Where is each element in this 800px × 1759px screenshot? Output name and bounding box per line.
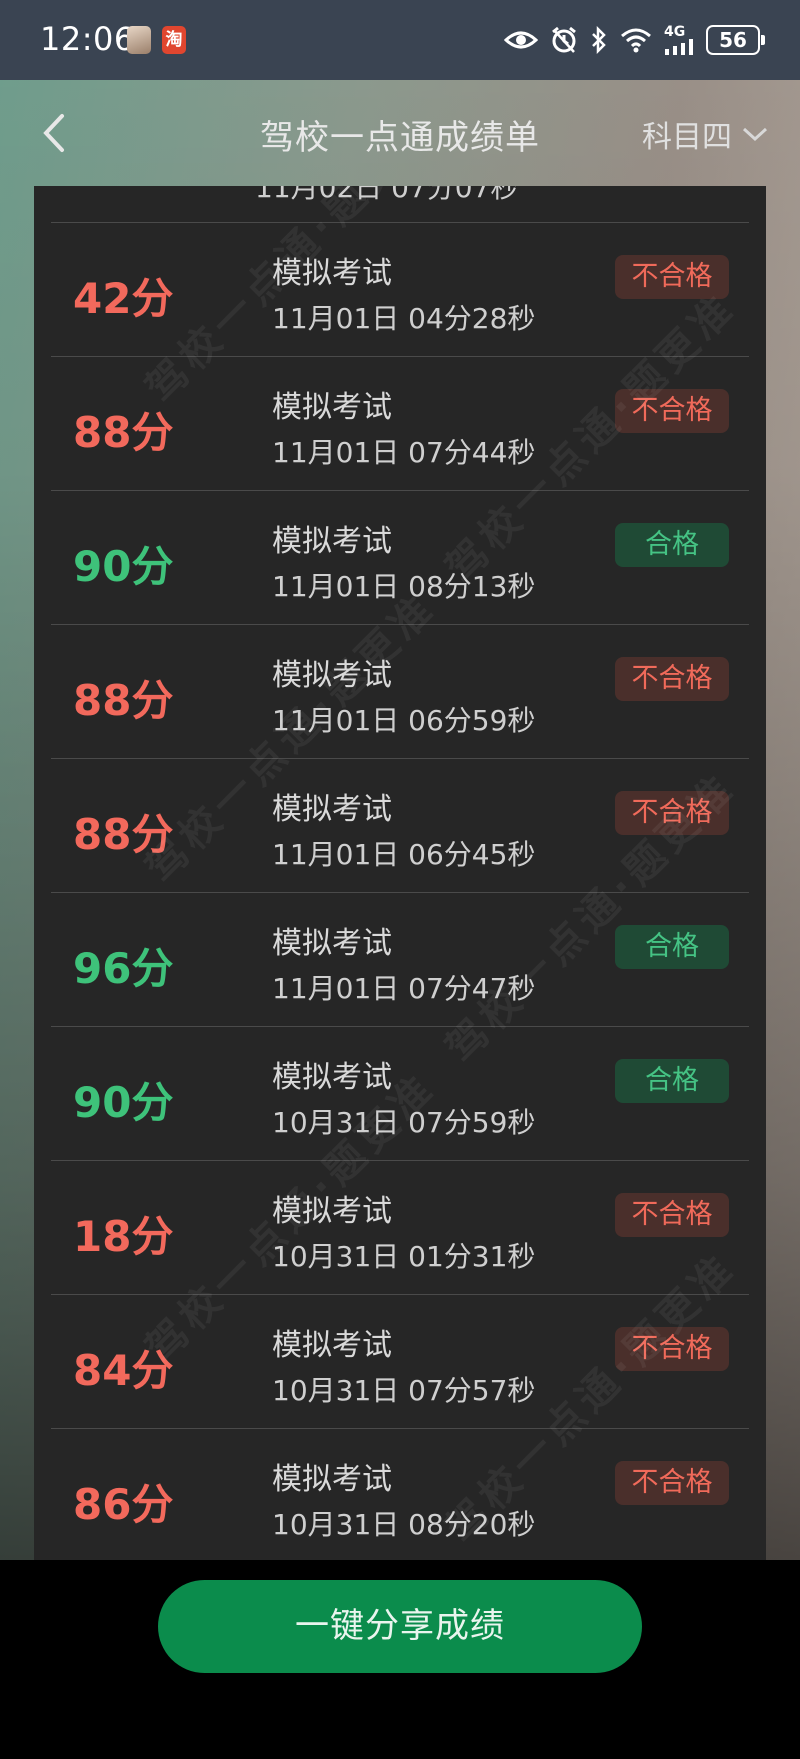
list-item[interactable]: 88分 模拟考试 11月01日 06分45秒 不合格 xyxy=(51,758,749,893)
list-item[interactable]: 90分 模拟考试 10月31日 07分59秒 合格 xyxy=(51,1026,749,1161)
exam-name: 模拟考试 xyxy=(272,390,392,425)
exam-date-duration: 10月31日 01分31秒 xyxy=(272,1240,536,1273)
list-item[interactable]: 86分 模拟考试 10月31日 08分20秒 不合格 xyxy=(51,1428,749,1560)
bluetooth-icon xyxy=(592,26,606,54)
signal-group: 4G xyxy=(664,25,694,55)
score-value: 86分 xyxy=(73,1480,174,1529)
status-badge: 不合格 xyxy=(615,1327,729,1371)
signal-icon xyxy=(665,39,693,55)
exam-date-duration: 11月01日 06分45秒 xyxy=(272,838,536,871)
exam-name: 模拟考试 xyxy=(272,1462,392,1497)
score-list[interactable]: 11月02日 07分07秒 42分 模拟考试 11月01日 04分28秒 不合格 88分… xyxy=(34,186,766,1560)
exam-date-duration: 11月01日 08分13秒 xyxy=(272,570,536,603)
list-item[interactable]: 84分 模拟考试 10月31日 07分57秒 不合格 xyxy=(51,1294,749,1429)
exam-date-duration: 11月01日 04分28秒 xyxy=(272,302,536,335)
partial-record-meta: 11月02日 07分07秒 xyxy=(255,186,519,204)
app-notification-icon xyxy=(127,26,151,54)
status-badge: 不合格 xyxy=(615,657,729,701)
score-value: 88分 xyxy=(73,408,174,457)
score-value: 18分 xyxy=(73,1212,174,1261)
status-time: 12:06 xyxy=(40,20,135,58)
exam-name: 模拟考试 xyxy=(272,256,392,291)
list-item[interactable]: 88分 模拟考试 11月01日 07分44秒 不合格 xyxy=(51,356,749,491)
exam-date-duration: 10月31日 08分20秒 xyxy=(272,1508,536,1541)
exam-name: 模拟考试 xyxy=(272,926,392,961)
score-value: 88分 xyxy=(73,676,174,725)
status-badge: 不合格 xyxy=(615,255,729,299)
subject-label: 科目四 xyxy=(642,120,732,155)
score-value: 96分 xyxy=(73,944,174,993)
score-value: 90分 xyxy=(73,542,174,591)
status-badge: 合格 xyxy=(615,1059,729,1103)
list-item[interactable]: 96分 模拟考试 11月01日 07分47秒 合格 xyxy=(51,892,749,1027)
exam-name: 模拟考试 xyxy=(272,1060,392,1095)
score-value: 84分 xyxy=(73,1346,174,1395)
battery-icon: 56 xyxy=(706,25,765,55)
status-badge: 不合格 xyxy=(615,1461,729,1505)
exam-date-duration: 11月01日 06分59秒 xyxy=(272,704,536,737)
share-score-button[interactable]: 一键分享成绩 xyxy=(158,1580,642,1673)
exam-name: 模拟考试 xyxy=(272,524,392,559)
chevron-down-icon xyxy=(742,127,768,142)
status-badge: 合格 xyxy=(615,523,729,567)
status-badge: 不合格 xyxy=(615,1193,729,1237)
score-value: 88分 xyxy=(73,810,174,859)
nav-header: 驾校一点通成绩单 科目四 xyxy=(0,80,800,186)
status-icons: 4G 56 xyxy=(504,20,765,60)
status-badge: 不合格 xyxy=(615,389,729,433)
status-badge: 合格 xyxy=(615,925,729,969)
exam-date-duration: 11月01日 07分44秒 xyxy=(272,436,536,469)
bottom-bar: 一键分享成绩 xyxy=(0,1560,800,1759)
exam-name: 模拟考试 xyxy=(272,792,392,827)
score-value: 42分 xyxy=(73,274,174,323)
eye-icon xyxy=(504,31,538,49)
list-item[interactable]: 18分 模拟考试 10月31日 01分31秒 不合格 xyxy=(51,1160,749,1295)
exam-date-duration: 10月31日 07分57秒 xyxy=(272,1374,536,1407)
exam-date-duration: 10月31日 07分59秒 xyxy=(272,1106,536,1139)
exam-name: 模拟考试 xyxy=(272,1328,392,1363)
status-bar: 12:06 淘 4G 56 xyxy=(0,0,800,80)
exam-name: 模拟考试 xyxy=(272,658,392,693)
wifi-icon xyxy=(621,28,651,53)
network-type: 4G xyxy=(664,24,686,40)
taobao-notification-icon: 淘 xyxy=(162,26,186,54)
list-item[interactable]: 88分 模拟考试 11月01日 06分59秒 不合格 xyxy=(51,624,749,759)
status-badge: 不合格 xyxy=(615,791,729,835)
alarm-icon xyxy=(552,26,576,53)
score-value: 90分 xyxy=(73,1078,174,1127)
subject-selector[interactable]: 科目四 xyxy=(642,112,770,156)
exam-date-duration: 11月01日 07分47秒 xyxy=(272,972,536,1005)
list-item[interactable]: 90分 模拟考试 11月01日 08分13秒 合格 xyxy=(51,490,749,625)
list-item[interactable]: 42分 模拟考试 11月01日 04分28秒 不合格 xyxy=(51,222,749,357)
exam-name: 模拟考试 xyxy=(272,1194,392,1229)
